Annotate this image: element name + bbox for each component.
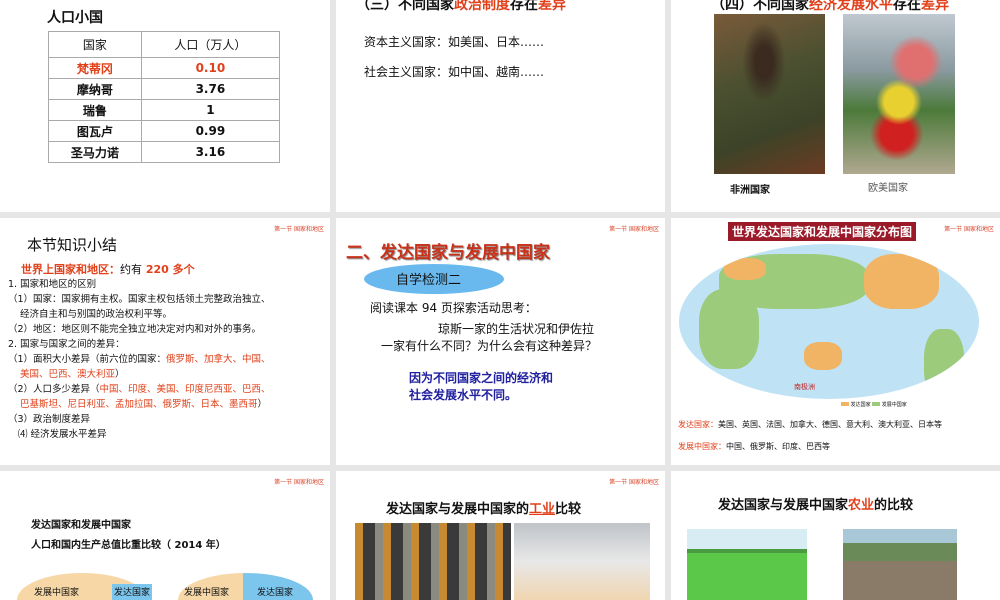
traditional-farm-photo [843,529,957,600]
section-tag: 第一节 国家和地区 [609,479,659,486]
slide-title: 二、发达国家与发展中国家 [346,243,550,263]
cell: 图瓦卢 [48,120,142,142]
cell: 摩纳哥 [48,78,142,100]
section-tag: 第一节 国家和地区 [274,226,324,233]
slide-title: 发达国家与发展中国家农业的比较 [718,498,914,513]
slide-5[interactable]: 第一节 国家和地区 二、发达国家与发展中国家 自学检测二 阅读课本 94 页探索… [336,218,665,465]
africa-photo [714,14,825,174]
world-map: 南极洲 [679,244,979,399]
answer-line: 因为不同国家之间的经济和 [409,371,554,385]
line: （2）地区：地区则不能完全独立地决定对内和对外的事务。 [8,324,262,335]
caption: 非洲国家 [730,185,770,196]
chart-subtitle: 人口和国内生产总值比重比较（ 2014 年） [31,540,226,551]
map-label: 南极洲 [794,383,815,391]
line: ⑷ 经济发展水平差异 [18,429,107,440]
chart-title: 发达国家和发展中国家 [31,520,131,531]
answer-line: 社会发展水平不同。 [409,388,518,402]
question-line: 琼斯一家的生活状况和伊佐拉 [438,322,595,336]
pie-label: 发达国家 [257,588,294,598]
population-table: 国家 人口（万人） 梵蒂冈 0.10 摩纳哥 3.76 瑞鲁 1 图瓦卢 0.99 圣马力… [48,31,281,163]
cell: 1 [140,99,281,121]
slide-8[interactable]: 第一节 国家和地区 发达国家与发展中国家的工业比较 [336,471,665,600]
line: （1）国家：国家拥有主权。国家主权包括领土完整政治独立、 [8,294,271,305]
line: 经济自主和与别国的政治权利平等。 [20,309,173,320]
cell: 3.76 [140,78,281,100]
pie-label: 发展中国家 [34,588,80,598]
header-country: 国家 [48,31,142,58]
line: 巴基斯坦、尼日利亚、孟加拉国、俄罗斯、日本、墨西哥） [20,399,268,410]
developed-list: 发达国家：美国、英国、法国、加拿大、德国、意大利、澳大利亚、日本等 [678,420,942,429]
slide-title: （四）不同国家经济发展水平存在差异 [711,0,949,13]
cloud-label: 自学检测二 [396,273,462,288]
section-tag: 第一节 国家和地区 [609,226,659,233]
slide-7[interactable]: 第一节 国家和地区 发达国家和发展中国家 人口和国内生产总值比重比较（ 2014… [0,471,330,600]
cell: 0.10 [140,57,281,79]
question-line: 一家有什么不同？为什么会有这种差异？ [381,339,598,353]
section-tag: 第一节 国家和地区 [944,226,994,233]
slide-3[interactable]: （四）不同国家经济发展水平存在差异 非洲国家 欧美国家 [671,0,1000,212]
slide-title: 本节知识小结 [27,236,118,254]
cell: 瑞鲁 [48,99,142,121]
summary-intro: 世界上国家和地区：约有 220 多个 [21,263,195,276]
map-legend: 发达国家 发展中国家 [841,401,907,408]
slide-title: （三）不同国家政治制度存在差异 [356,0,566,13]
summary-text: 1. 国家和地区的区别 （1）国家：国家拥有主权。国家主权包括领土完整政治独立、… [8,277,271,442]
modern-farm-photo [687,529,807,600]
line: 2. 国家与国家之间的差异： [8,339,125,350]
slide-2[interactable]: （三）不同国家政治制度存在差异 资本主义国家：如美国、日本…… 社会主义国家：如… [336,0,665,212]
question-line: 阅读课本 94 页探索活动思考： [370,301,537,315]
cell: 梵蒂冈 [48,57,142,79]
slide-1[interactable]: 人口小国 国家 人口（万人） 梵蒂冈 0.10 摩纳哥 3.76 瑞鲁 1 图瓦卢 0.9… [0,0,330,212]
caption: 欧美国家 [868,183,908,194]
slide-4[interactable]: 第一节 国家和地区 本节知识小结 世界上国家和地区：约有 220 多个 1. 国… [0,218,330,465]
slide-9[interactable]: 发达国家与发展中国家农业的比较 [671,471,1000,600]
pie-label: 发达国家 [114,588,151,598]
map-title: 世界发达国家和发展中国家分布图 [728,222,917,241]
cell: 圣马力诺 [48,141,142,163]
slide-6[interactable]: 第一节 国家和地区 世界发达国家和发展中国家分布图 南极洲 发达国家 发展中国家… [671,218,1000,465]
slide-title: 人口小国 [47,10,103,26]
line: （2）人口多少差异（中国、印度、美国、印度尼西亚、巴西、 [8,384,271,395]
text-line: 资本主义国家：如美国、日本…… [364,35,545,49]
factory-photo [355,523,511,600]
developing-list: 发展中国家：中国、俄罗斯、印度、巴西等 [678,442,830,451]
slide-title: 发达国家与发展中国家的工业比较 [386,502,582,517]
section-tag: 第一节 国家和地区 [274,479,324,486]
line: （1）面积大小差异（前六位的国家：俄罗斯、加拿大、中国、 [8,354,271,365]
cell: 0.99 [140,120,281,142]
western-photo [843,14,955,174]
text-line: 社会主义国家：如中国、越南…… [364,65,545,79]
line: 美国、巴西、澳大利亚） [20,369,125,380]
pie-label: 发展中国家 [184,588,230,598]
cell: 3.16 [140,141,281,163]
workshop-photo [514,523,650,600]
line: （3）政治制度差异 [8,414,91,425]
line: 1. 国家和地区的区别 [8,279,97,290]
header-population: 人口（万人） [140,31,281,58]
